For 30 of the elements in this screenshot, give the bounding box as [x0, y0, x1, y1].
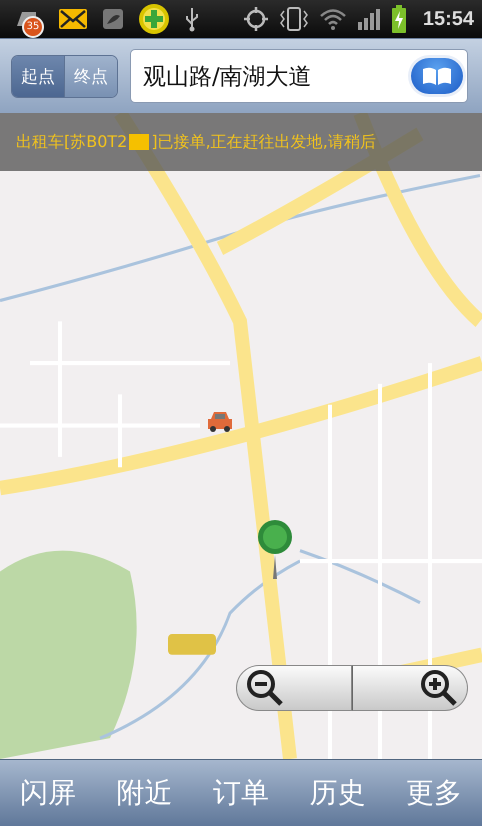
zoom-in-button[interactable]	[352, 665, 468, 711]
usb-icon	[184, 6, 200, 32]
zoom-out-icon	[245, 668, 285, 708]
vibrate-icon	[278, 6, 309, 32]
notice-text: ]已接单,正在赶往出发地,请稍后	[151, 132, 376, 152]
gps-icon	[242, 6, 269, 32]
map-view[interactable]: 出租车[苏B0T2 ]已接单,正在赶往出发地,请稍后	[0, 113, 482, 759]
nav-tab[interactable]: 历史	[305, 768, 370, 818]
taxi-car-icon	[206, 409, 234, 433]
nav-tab[interactable]: 闪屏	[16, 768, 80, 818]
nav-tab[interactable]: 更多	[402, 768, 466, 818]
book-button[interactable]	[411, 58, 463, 94]
route-point-tab[interactable]: 起点	[12, 56, 64, 96]
zoom-in-icon	[419, 668, 459, 708]
zoom-out-button[interactable]	[236, 665, 352, 711]
notice-text: 出租车[苏B0T2	[16, 132, 128, 152]
notification-count: 35	[22, 16, 44, 38]
nav-tab[interactable]: 订单	[208, 768, 273, 818]
map-pin-icon	[255, 519, 295, 581]
route-point-tab[interactable]: 终点	[64, 56, 117, 96]
wifi-icon	[318, 7, 347, 31]
battery-charging-icon	[390, 5, 407, 33]
app-icon	[102, 8, 124, 30]
clock-time: 15:54	[422, 8, 474, 30]
envelope-icon	[58, 8, 88, 30]
nav-tab[interactable]: 附近	[112, 768, 177, 818]
signal-icon	[356, 8, 381, 30]
book-icon	[420, 65, 454, 87]
plus-shield-icon	[138, 3, 170, 35]
address-field[interactable]: 观山路/南湖大道	[130, 49, 468, 103]
